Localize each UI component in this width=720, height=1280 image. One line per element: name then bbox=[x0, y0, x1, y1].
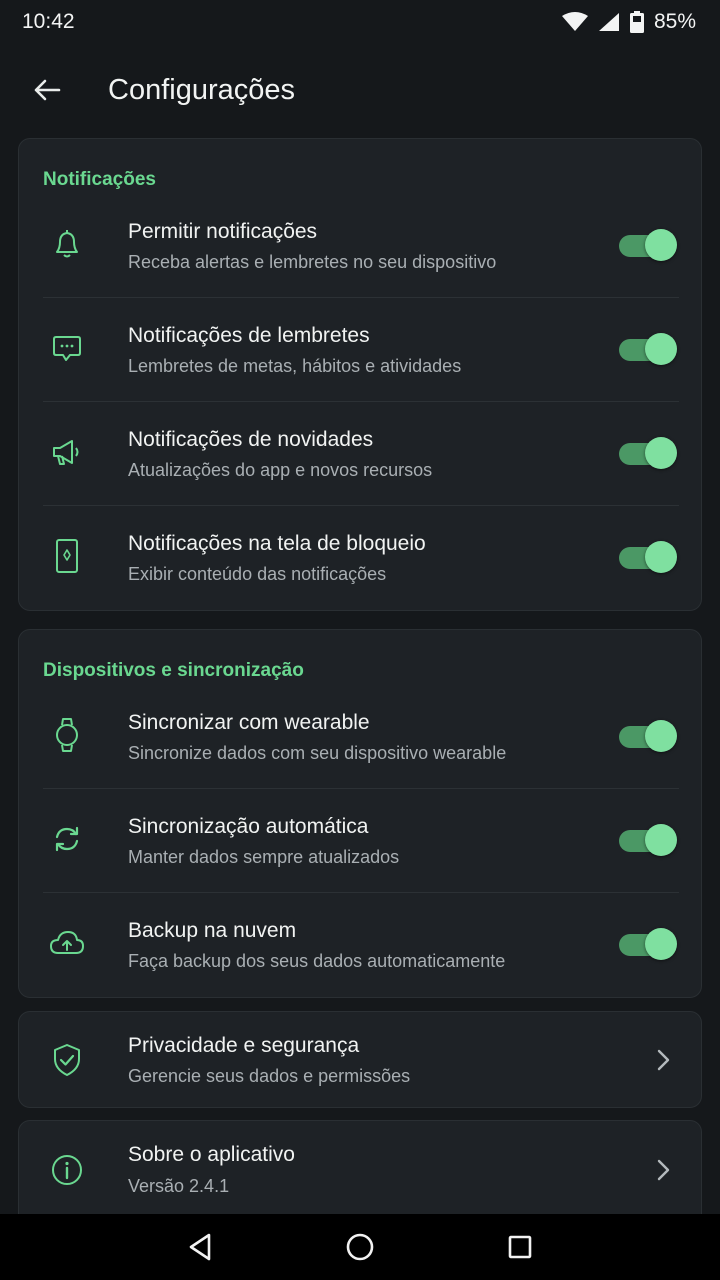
setting-title: Sincronizar com wearable bbox=[128, 711, 370, 734]
setting-row-allow-notifications[interactable]: Permitir notificações Receba alertas e l… bbox=[19, 194, 703, 298]
section-title-notifications: Notificações bbox=[43, 169, 156, 190]
watch-icon bbox=[49, 717, 85, 753]
triangle-back-icon bbox=[189, 1233, 211, 1261]
about-title: Sobre o aplicativo bbox=[128, 1143, 295, 1166]
setting-row-lockscreen-notifications[interactable]: Notificações na tela de bloqueio Exibir … bbox=[19, 506, 703, 610]
wifi-icon bbox=[561, 12, 588, 31]
setting-subtitle: Faça backup dos seus dados automaticamen… bbox=[128, 951, 506, 971]
chevron-right-icon bbox=[657, 1049, 670, 1071]
wearable-sync-toggle[interactable] bbox=[619, 719, 677, 753]
info-icon bbox=[49, 1152, 85, 1188]
chevron-right-icon bbox=[657, 1159, 670, 1181]
privacy-title: Privacidade e segurança bbox=[128, 1034, 360, 1057]
news-notifications-toggle[interactable] bbox=[619, 436, 677, 470]
nav-home-button[interactable] bbox=[330, 1217, 390, 1277]
shield-check-icon bbox=[49, 1042, 85, 1078]
nav-back-button[interactable] bbox=[170, 1217, 230, 1277]
setting-title: Notificações de lembretes bbox=[128, 324, 370, 347]
setting-subtitle: Atualizações do app e novos recursos bbox=[128, 460, 433, 480]
setting-title: Backup na nuvem bbox=[128, 919, 297, 942]
nav-recents-button[interactable] bbox=[490, 1217, 550, 1277]
system-navigation-bar bbox=[0, 1214, 720, 1280]
sync-icon bbox=[49, 821, 85, 857]
auto-sync-toggle[interactable] bbox=[619, 823, 677, 857]
allow-notifications-toggle[interactable] bbox=[619, 228, 677, 262]
status-bar: 10:42 85% bbox=[0, 0, 720, 44]
chat-bubble-icon bbox=[49, 330, 85, 366]
setting-row-news-notifications[interactable]: Notificações de novidades Atualizações d… bbox=[19, 402, 703, 506]
status-time: 10:42 bbox=[22, 10, 75, 33]
setting-subtitle: Receba alertas e lembretes no seu dispos… bbox=[128, 252, 497, 272]
arrow-left-icon bbox=[34, 79, 61, 101]
devices-card: Dispositivos e sincronização Sincronizar… bbox=[18, 629, 702, 998]
bell-icon bbox=[49, 226, 85, 262]
setting-subtitle: Sincronize dados com seu dispositivo wea… bbox=[128, 743, 507, 763]
setting-title: Permitir notificações bbox=[128, 220, 318, 243]
page-title: Configurações bbox=[108, 73, 295, 106]
privacy-card[interactable]: Privacidade e segurança Gerencie seus da… bbox=[18, 1011, 702, 1108]
setting-row-privacy[interactable]: Privacidade e segurança Gerencie seus da… bbox=[19, 1012, 703, 1109]
lockscreen-notifications-toggle[interactable] bbox=[619, 540, 677, 574]
cell-signal-icon bbox=[598, 13, 619, 31]
phone-lock-icon bbox=[49, 538, 85, 574]
setting-row-about[interactable]: Sobre o aplicativo Versão 2.4.1 bbox=[19, 1121, 703, 1218]
setting-title: Sincronização automática bbox=[128, 815, 369, 838]
privacy-subtitle: Gerencie seus dados e permissões bbox=[128, 1066, 411, 1086]
notifications-card: Notificações Permitir notificações Receb… bbox=[18, 138, 702, 611]
setting-row-cloud-backup[interactable]: Backup na nuvem Faça backup dos seus dad… bbox=[19, 893, 703, 997]
circle-home-icon bbox=[346, 1233, 374, 1261]
battery-percentage: 85% bbox=[653, 10, 696, 33]
megaphone-icon bbox=[49, 434, 85, 470]
battery-icon bbox=[629, 11, 644, 33]
setting-row-auto-sync[interactable]: Sincronização automática Manter dados se… bbox=[19, 789, 703, 893]
setting-subtitle: Lembretes de metas, hábitos e atividades bbox=[128, 356, 462, 376]
setting-row-wearable-sync[interactable]: Sincronizar com wearable Sincronize dado… bbox=[19, 685, 703, 789]
about-version: Versão 2.4.1 bbox=[128, 1176, 230, 1196]
app-bar: Configurações bbox=[0, 44, 720, 136]
setting-subtitle: Exibir conteúdo das notificações bbox=[128, 564, 387, 584]
setting-title: Notificações na tela de bloqueio bbox=[128, 532, 426, 555]
back-button[interactable] bbox=[19, 62, 75, 118]
cloud-backup-toggle[interactable] bbox=[619, 927, 677, 961]
status-icons: 85% bbox=[561, 10, 696, 34]
reminder-notifications-toggle[interactable] bbox=[619, 332, 677, 366]
setting-row-reminder-notifications[interactable]: Notificações de lembretes Lembretes de m… bbox=[19, 298, 703, 402]
setting-title: Notificações de novidades bbox=[128, 428, 374, 451]
section-title-devices: Dispositivos e sincronização bbox=[43, 660, 304, 681]
cloud-upload-icon bbox=[49, 925, 85, 961]
square-recents-icon bbox=[508, 1235, 532, 1259]
setting-subtitle: Manter dados sempre atualizados bbox=[128, 847, 400, 867]
